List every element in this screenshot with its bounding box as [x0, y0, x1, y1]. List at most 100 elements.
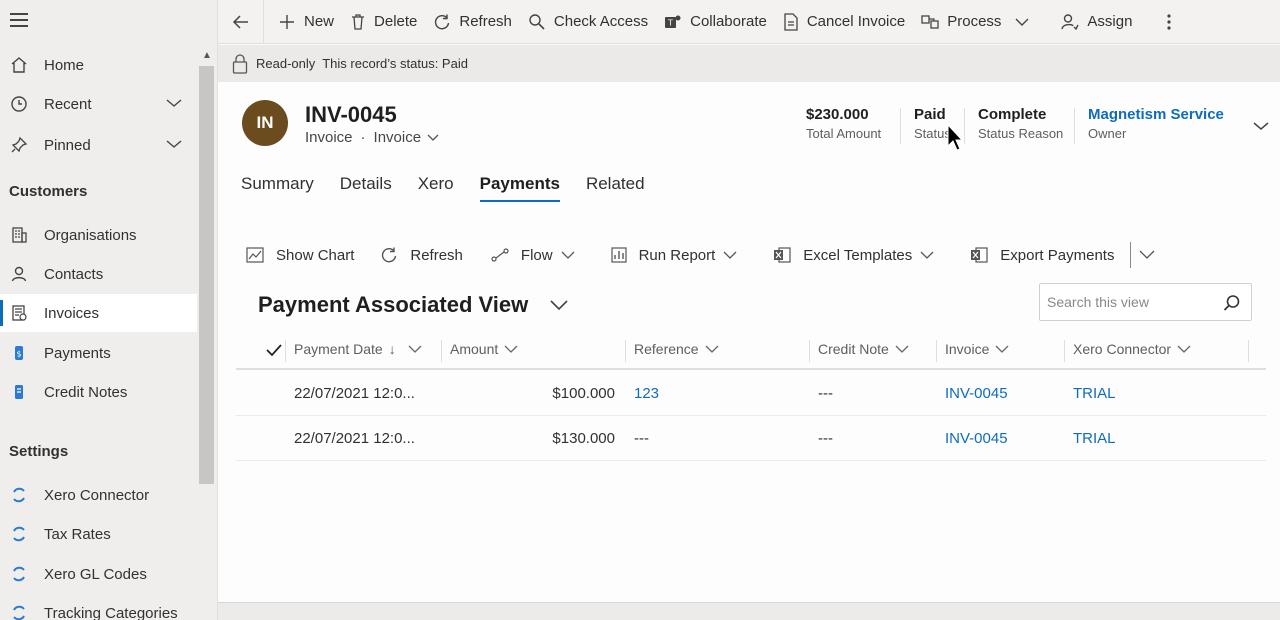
more-commands-button[interactable]: [1158, 0, 1188, 44]
excel-templates-button[interactable]: Excel Templates: [773, 247, 946, 264]
column-header-amount[interactable]: Amount: [450, 341, 518, 357]
sidebar-item-pinned[interactable]: Pinned: [0, 126, 197, 164]
sync-icon: [9, 603, 29, 620]
header-status-reason: Complete Status Reason: [978, 106, 1063, 141]
sidebar-item-tax-rates[interactable]: Tax Rates: [0, 515, 197, 553]
view-selector[interactable]: Payment Associated View: [258, 292, 568, 318]
collaborate-button[interactable]: T Collaborate: [656, 0, 775, 44]
owner-link[interactable]: Magnetism Service: [1088, 106, 1224, 123]
cancel-invoice-button[interactable]: Cancel Invoice: [775, 0, 913, 44]
sidebar-scrollbar[interactable]: ▲: [199, 46, 214, 620]
column-header-reference[interactable]: Reference: [634, 341, 719, 357]
chevron-down-icon[interactable]: [165, 96, 183, 113]
sidebar-item-recent[interactable]: Recent: [0, 85, 197, 123]
tab-summary[interactable]: Summary: [241, 174, 314, 202]
table-row[interactable]: 22/07/2021 12:0... $130.000 --- --- INV-…: [236, 417, 1266, 461]
clock-icon: [9, 94, 29, 114]
back-button[interactable]: [218, 0, 264, 44]
chevron-down-icon[interactable]: [165, 137, 183, 154]
sidebar-item-label: Tracking Categories: [44, 604, 178, 620]
search-icon[interactable]: [1223, 294, 1241, 312]
lock-icon: [232, 53, 248, 74]
grid-header: Payment Date ↓ Amount Reference Credit N…: [236, 330, 1266, 370]
total-amount-value: $230.000: [806, 106, 869, 123]
trash-icon: [352, 13, 365, 30]
more-vertical-icon: [1167, 13, 1172, 30]
search-view-input[interactable]: Search this view: [1039, 283, 1252, 321]
sidebar-item-xero-connector[interactable]: Xero Connector: [0, 476, 197, 514]
sidebar-item-organisations[interactable]: Organisations: [0, 216, 197, 254]
tab-details[interactable]: Details: [340, 174, 392, 202]
sync-icon: [9, 564, 29, 584]
sidebar-item-home[interactable]: Home: [0, 46, 197, 84]
header-expand-chevron-icon[interactable]: [1252, 120, 1270, 132]
form-selector[interactable]: Invoice: [374, 129, 422, 146]
column-header-payment-date[interactable]: Payment Date ↓: [294, 341, 422, 357]
table-row[interactable]: 22/07/2021 12:0... $100.000 123 --- INV-…: [236, 372, 1266, 416]
check-access-label: Check Access: [553, 13, 649, 30]
credit-note-icon: [9, 382, 29, 402]
refresh-button[interactable]: Refresh: [425, 0, 520, 44]
sidebar-item-invoices[interactable]: Invoices: [0, 294, 197, 332]
excel-export-icon: [971, 247, 988, 263]
cell-reference-link[interactable]: 123: [634, 385, 659, 402]
assign-button[interactable]: Assign: [1053, 0, 1140, 44]
export-payments-button[interactable]: Export Payments: [970, 247, 1114, 264]
refresh-icon: [382, 247, 397, 263]
scroll-up-icon[interactable]: ▲: [202, 50, 212, 61]
column-label: Xero Connector: [1073, 341, 1172, 357]
record-form: IN INV-0045 Invoice · Invoice $230.000 T…: [218, 82, 1280, 602]
sidebar-item-credit-notes[interactable]: Credit Notes: [0, 373, 197, 411]
column-divider: [936, 340, 937, 362]
mouse-cursor-icon: [947, 124, 963, 151]
flow-icon: [491, 248, 509, 262]
flow-button[interactable]: Flow: [491, 247, 587, 264]
process-label: Process: [947, 13, 1002, 30]
more-subgrid-commands-button[interactable]: [1130, 242, 1167, 268]
cell-invoice-link[interactable]: INV-0045: [945, 430, 1008, 447]
column-divider: [441, 340, 442, 362]
hamburger-menu-icon[interactable]: [10, 13, 28, 29]
cell-reference: ---: [634, 430, 649, 447]
new-button[interactable]: New: [270, 0, 342, 44]
cell-xero-connector-link[interactable]: TRIAL: [1073, 385, 1116, 402]
chevron-down-icon: [920, 251, 934, 259]
tab-related[interactable]: Related: [586, 174, 645, 202]
sidebar-item-payments[interactable]: $ Payments: [0, 334, 197, 372]
scrollbar-thumb[interactable]: [199, 66, 214, 484]
column-header-invoice[interactable]: Invoice: [945, 341, 1009, 357]
sync-icon: [9, 485, 29, 505]
sidebar-item-label: Invoices: [44, 304, 100, 322]
record-avatar: IN: [242, 100, 288, 146]
plus-icon: [280, 14, 294, 29]
sitemap-sidebar: Home Recent Pinned Customers Organisatio…: [0, 0, 218, 620]
column-header-credit-note[interactable]: Credit Note: [818, 341, 909, 357]
tab-payments[interactable]: Payments: [479, 174, 561, 202]
cell-xero-connector-link[interactable]: TRIAL: [1073, 430, 1116, 447]
subgrid-refresh-button[interactable]: Refresh: [380, 246, 463, 264]
process-button[interactable]: Process: [913, 0, 1045, 44]
sidebar-item-label: Xero Connector: [44, 486, 150, 504]
select-all-checkmark-icon[interactable]: [266, 343, 282, 357]
banner-text: Read-only This record’s status: Paid: [256, 56, 468, 71]
sidebar-item-tracking-categories[interactable]: Tracking Categories: [0, 594, 197, 620]
delete-button[interactable]: Delete: [342, 0, 425, 44]
show-chart-button[interactable]: Show Chart: [246, 247, 354, 264]
chevron-down-icon[interactable]: [427, 134, 439, 142]
column-divider: [285, 340, 286, 362]
cell-amount: $100.000: [552, 385, 615, 402]
sidebar-item-contacts[interactable]: Contacts: [0, 255, 197, 293]
collaborate-label: Collaborate: [690, 13, 767, 30]
column-label: Credit Note: [818, 341, 889, 357]
svg-text:T: T: [667, 18, 673, 27]
sidebar-item-xero-gl-codes[interactable]: Xero GL Codes: [0, 555, 197, 593]
column-label: Invoice: [945, 341, 990, 357]
view-title: Payment Associated View: [258, 292, 529, 317]
tab-xero[interactable]: Xero: [418, 174, 454, 202]
column-header-xero-connector[interactable]: Xero Connector: [1073, 341, 1191, 357]
run-report-button[interactable]: Run Report: [610, 247, 750, 264]
cell-invoice-link[interactable]: INV-0045: [945, 385, 1008, 402]
column-label: Amount: [450, 341, 499, 357]
check-access-button[interactable]: Check Access: [520, 0, 656, 44]
invoice-icon: [9, 303, 29, 323]
